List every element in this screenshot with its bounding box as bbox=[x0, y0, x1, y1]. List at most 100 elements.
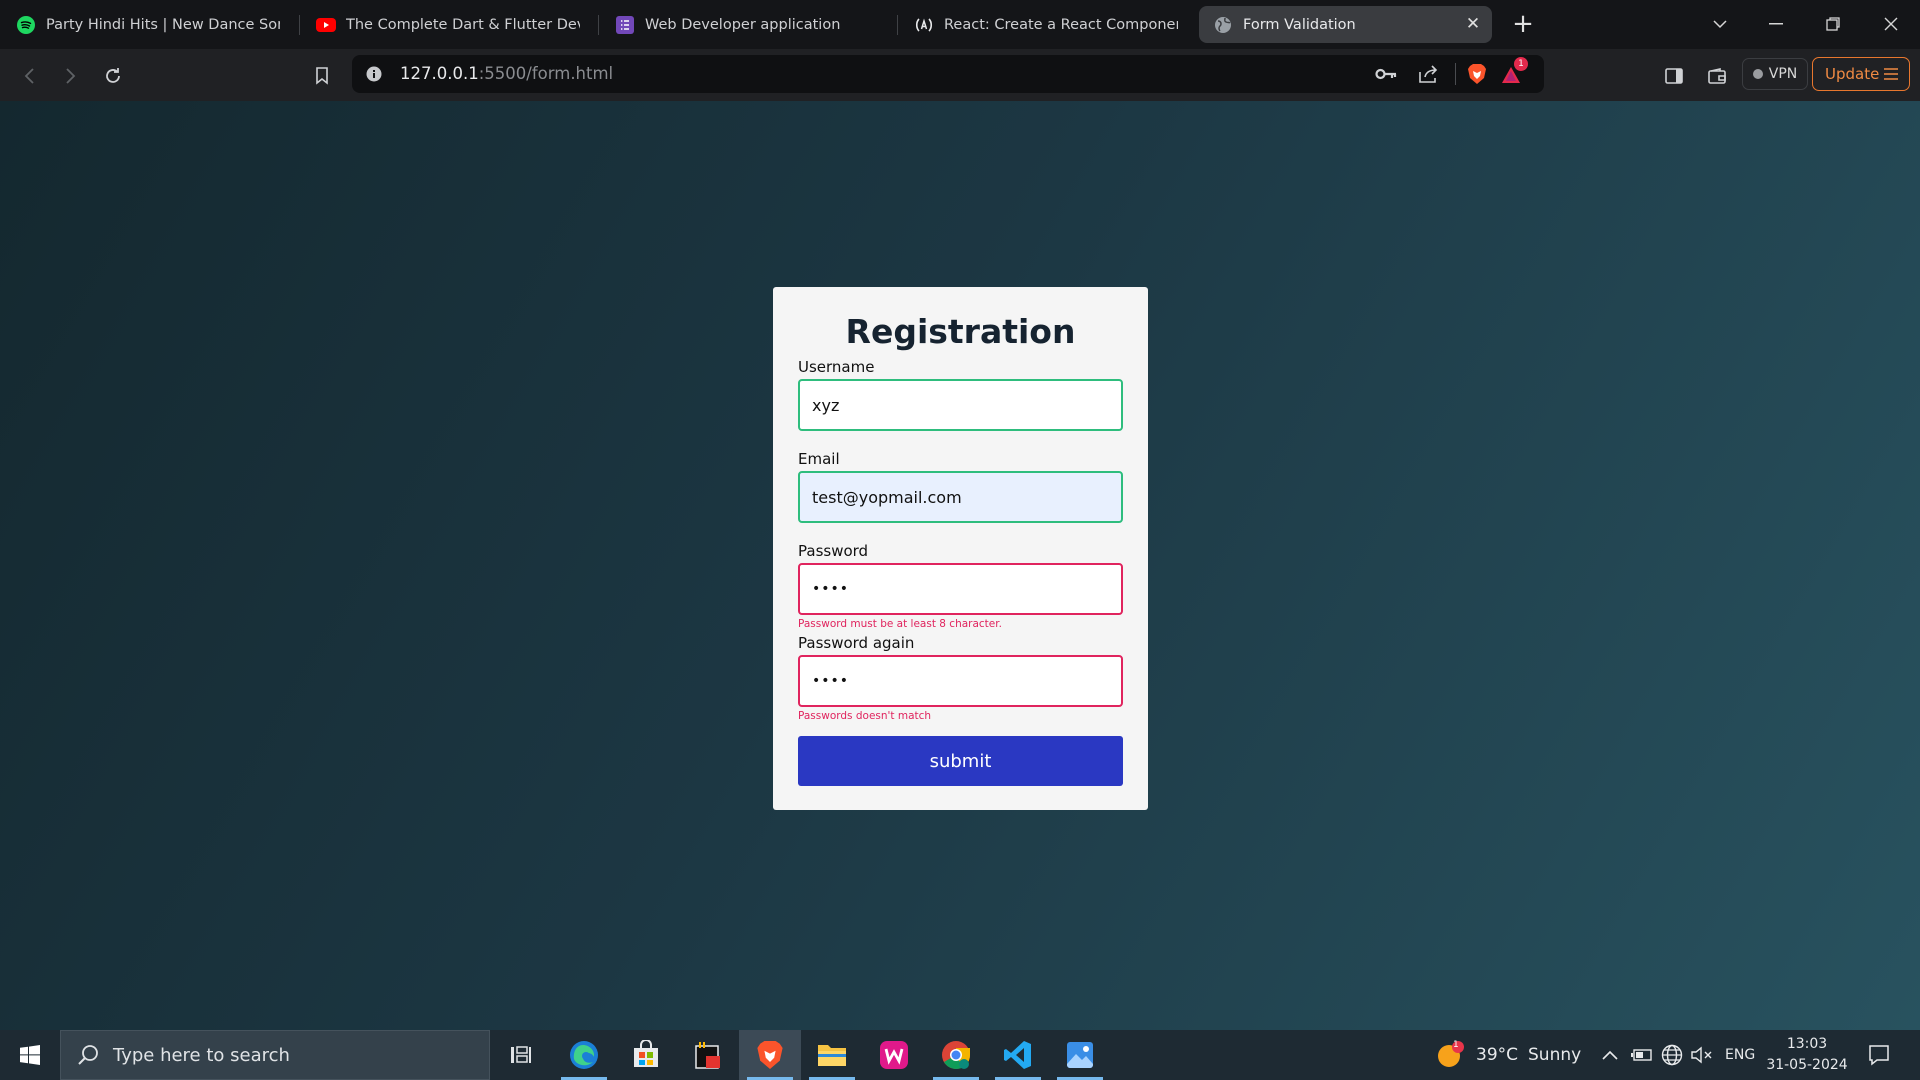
rewards-badge: 1 bbox=[1514, 57, 1528, 71]
taskbar-chrome[interactable] bbox=[925, 1030, 987, 1080]
tab-form-validation[interactable]: Form Validation ✕ bbox=[1199, 6, 1492, 43]
key-icon[interactable] bbox=[1374, 63, 1398, 85]
username-label: Username bbox=[798, 358, 875, 376]
taskbar-search-box[interactable]: Type here to search bbox=[60, 1030, 490, 1080]
search-placeholder: Type here to search bbox=[113, 1044, 290, 1066]
network-status[interactable] bbox=[1661, 1030, 1683, 1080]
weather-badge: 1 bbox=[1453, 1040, 1459, 1050]
password-again-input[interactable]: •••• bbox=[798, 655, 1123, 707]
tab-title: Party Hindi Hits | New Dance Songs bbox=[46, 16, 280, 33]
password-error-message: Password must be at least 8 character. bbox=[798, 618, 1002, 630]
chevron-up-icon bbox=[1602, 1050, 1618, 1060]
show-hidden-icons[interactable] bbox=[1601, 1030, 1619, 1080]
tab-title: React: Create a React Component | fr bbox=[944, 16, 1178, 33]
weather-widget[interactable]: 1 39°C Sunny bbox=[1436, 1030, 1581, 1080]
spotify-icon bbox=[16, 15, 36, 35]
notification-icon bbox=[1869, 1045, 1889, 1066]
taskbar-edge[interactable] bbox=[553, 1030, 615, 1080]
wallet-icon[interactable] bbox=[1703, 62, 1731, 90]
tab-close-button[interactable]: ✕ bbox=[1464, 15, 1482, 33]
tab-separator bbox=[897, 15, 898, 35]
edge-icon bbox=[570, 1041, 598, 1069]
chrome-icon bbox=[942, 1041, 971, 1070]
tab-freecodecamp[interactable]: React: Create a React Component | fr bbox=[900, 6, 1192, 43]
username-field: Username xyz bbox=[798, 357, 1123, 431]
address-bar[interactable]: 127.0.0.1:5500/form.html 1 bbox=[352, 55, 1544, 93]
taskbar-app-dev[interactable] bbox=[677, 1030, 739, 1080]
password-label: Password bbox=[798, 542, 869, 560]
minimize-button[interactable] bbox=[1756, 8, 1796, 40]
battery-status[interactable] bbox=[1631, 1030, 1653, 1080]
taskbar-clock[interactable]: 13:03 31-05-2024 bbox=[1762, 1034, 1852, 1076]
brave-shields-icon[interactable] bbox=[1465, 63, 1489, 85]
brave-icon bbox=[757, 1041, 783, 1069]
task-view-button[interactable] bbox=[490, 1030, 552, 1080]
tab-search-chevron-icon[interactable] bbox=[1700, 8, 1740, 40]
photos-icon bbox=[1067, 1042, 1093, 1068]
update-button[interactable]: Update bbox=[1812, 57, 1910, 91]
sidebar-icon[interactable] bbox=[1660, 62, 1688, 90]
taskbar-microsoft-store[interactable] bbox=[615, 1030, 677, 1080]
taskbar-file-explorer[interactable] bbox=[801, 1030, 863, 1080]
youtube-icon bbox=[316, 15, 336, 35]
notification-center[interactable] bbox=[1868, 1030, 1890, 1080]
windows-logo-icon bbox=[20, 1045, 40, 1065]
weather-temperature: 39°C bbox=[1476, 1045, 1519, 1065]
taskbar-wamp[interactable] bbox=[863, 1030, 925, 1080]
email-input[interactable]: test@yopmail.com bbox=[798, 471, 1123, 523]
vpn-button[interactable]: VPN bbox=[1742, 58, 1808, 90]
form-icon bbox=[615, 15, 635, 35]
freecodecamp-icon bbox=[914, 15, 934, 35]
hamburger-menu-icon bbox=[1884, 68, 1898, 80]
site-info-icon[interactable] bbox=[362, 63, 386, 85]
username-input[interactable]: xyz bbox=[798, 379, 1123, 431]
start-button[interactable] bbox=[0, 1030, 60, 1080]
browser-toolbar: 127.0.0.1:5500/form.html 1 VPN Update bbox=[0, 49, 1920, 101]
new-tab-button[interactable]: + bbox=[1510, 10, 1536, 38]
volume-status[interactable] bbox=[1691, 1030, 1713, 1080]
windows-taskbar: Type here to search 1 39°C Sunny ENG 13:… bbox=[0, 1030, 1920, 1080]
globe-icon bbox=[1213, 15, 1233, 35]
reload-button[interactable] bbox=[99, 62, 127, 90]
taskbar-vscode[interactable] bbox=[987, 1030, 1049, 1080]
weather-condition: Sunny bbox=[1528, 1045, 1582, 1065]
tab-web-developer[interactable]: Web Developer application bbox=[601, 6, 893, 43]
tab-separator bbox=[299, 15, 300, 35]
clock-time: 13:03 bbox=[1786, 1036, 1828, 1052]
bookmark-icon[interactable] bbox=[308, 62, 336, 90]
task-view-icon bbox=[511, 1046, 531, 1063]
tab-separator bbox=[598, 15, 599, 35]
back-button[interactable] bbox=[15, 62, 43, 90]
restore-button[interactable] bbox=[1813, 8, 1853, 40]
store-icon bbox=[634, 1040, 658, 1067]
battery-icon bbox=[1631, 1049, 1652, 1061]
speaker-muted-icon bbox=[1691, 1046, 1712, 1064]
submit-button[interactable]: submit bbox=[798, 736, 1123, 786]
registration-form: Registration Username xyz Email test@yop… bbox=[773, 287, 1148, 810]
tab-title: Web Developer application bbox=[645, 16, 841, 33]
password-input[interactable]: •••• bbox=[798, 563, 1123, 615]
update-label: Update bbox=[1825, 65, 1880, 83]
taskbar-brave[interactable] bbox=[739, 1030, 801, 1080]
url-path: :5500/form.html bbox=[478, 64, 614, 83]
wamp-icon bbox=[880, 1041, 908, 1069]
input-language[interactable]: ENG bbox=[1725, 1030, 1755, 1080]
globe-network-icon bbox=[1661, 1044, 1683, 1066]
tab-youtube[interactable]: The Complete Dart & Flutter Develop bbox=[302, 6, 594, 43]
vpn-status-icon bbox=[1752, 69, 1763, 79]
taskbar-photos[interactable] bbox=[1049, 1030, 1111, 1080]
password-again-error-message: Passwords doesn't match bbox=[798, 710, 932, 722]
share-icon[interactable] bbox=[1416, 63, 1440, 85]
search-icon bbox=[78, 1045, 98, 1065]
password-field: Password •••• Password must be at least … bbox=[798, 541, 1123, 631]
password-again-label: Password again bbox=[798, 634, 915, 652]
tab-spotify[interactable]: Party Hindi Hits | New Dance Songs bbox=[2, 6, 294, 43]
vpn-label: VPN bbox=[1768, 66, 1798, 82]
folder-icon bbox=[818, 1045, 846, 1066]
close-window-button[interactable] bbox=[1871, 8, 1911, 40]
forward-button[interactable] bbox=[57, 62, 85, 90]
tab-title: The Complete Dart & Flutter Develop bbox=[346, 16, 580, 33]
sun-icon bbox=[1438, 1041, 1464, 1067]
clock-date: 31-05-2024 bbox=[1766, 1057, 1848, 1073]
email-field: Email test@yopmail.com bbox=[798, 449, 1123, 523]
